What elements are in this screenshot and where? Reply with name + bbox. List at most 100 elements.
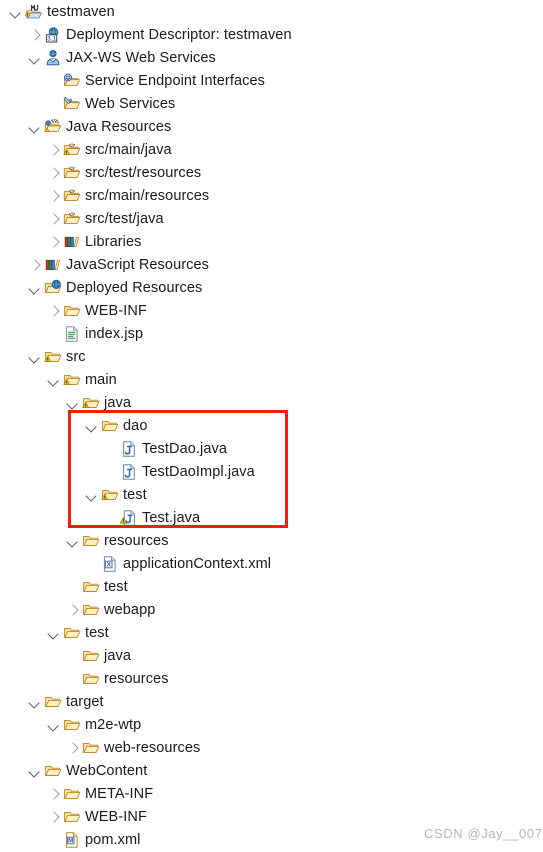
chevron-right-icon[interactable] — [65, 602, 81, 618]
chevron-down-icon[interactable] — [27, 349, 43, 365]
tree-row-label: pom.xml — [85, 831, 141, 848]
tree-row[interactable]: src/test/resources — [0, 161, 543, 184]
chevron-down-icon[interactable] — [27, 694, 43, 710]
chevron-right-icon[interactable] — [46, 142, 62, 158]
chevron-down-icon[interactable] — [46, 372, 62, 388]
tree-row-label: Libraries — [85, 233, 142, 250]
tree-row-label: testmaven — [47, 3, 115, 20]
tree-row[interactable]: TestDaoImpl.java — [0, 460, 543, 483]
chevron-down-icon[interactable] — [46, 717, 62, 733]
source-folder-warning-icon — [63, 141, 81, 159]
tree-row[interactable]: JAX-WS Web Services — [0, 46, 543, 69]
chevron-down-icon[interactable] — [27, 763, 43, 779]
tree-row[interactable]: META-INF — [0, 782, 543, 805]
tree-row[interactable]: src/main/resources — [0, 184, 543, 207]
tree-row[interactable]: TestDao.java — [0, 437, 543, 460]
chevron-down-icon[interactable] — [27, 50, 43, 66]
chevron-down-icon[interactable] — [65, 395, 81, 411]
tree-row-label: JAX-WS Web Services — [66, 49, 216, 66]
tree-row[interactable]: XapplicationContext.xml — [0, 552, 543, 575]
tree-row[interactable]: index.jsp — [0, 322, 543, 345]
libraries-icon — [44, 256, 62, 274]
project-explorer-tree[interactable]: testmaven 3.1 Deployment Descriptor: testm… — [0, 0, 543, 851]
java-file-icon — [120, 463, 138, 481]
tree-row-label: Deployed Resources — [66, 279, 203, 296]
chevron-right-icon[interactable] — [27, 257, 43, 273]
folder-icon — [63, 302, 81, 320]
tree-row[interactable]: WEB-INF — [0, 805, 543, 828]
folder-icon — [82, 670, 100, 688]
tree-row-label: src/test/resources — [85, 164, 202, 181]
chevron-down-icon[interactable] — [84, 487, 100, 503]
tree-row[interactable]: JavaScript Resources — [0, 253, 543, 276]
chevron-right-icon[interactable] — [46, 303, 62, 319]
tree-row[interactable]: testmaven — [0, 0, 543, 23]
tree-row[interactable]: Service Endpoint Interfaces — [0, 69, 543, 92]
svg-text:X: X — [107, 561, 112, 568]
tree-row-label: Test.java — [142, 509, 201, 526]
folder-icon — [63, 785, 81, 803]
tree-row[interactable]: java — [0, 644, 543, 667]
twisty-placeholder — [46, 96, 62, 112]
folder-icon — [63, 808, 81, 826]
folder-icon — [82, 601, 100, 619]
tree-row[interactable]: WebContent — [0, 759, 543, 782]
tree-row[interactable]: src/test/java — [0, 207, 543, 230]
tree-row[interactable]: m2e-wtp — [0, 713, 543, 736]
chevron-right-icon[interactable] — [65, 740, 81, 756]
tree-row-label: test — [104, 578, 128, 595]
tree-row-label: Deployment Descriptor: testmaven — [66, 26, 292, 43]
twisty-placeholder — [103, 510, 119, 526]
tree-row[interactable]: dao — [0, 414, 543, 437]
tree-row-label: resources — [104, 670, 169, 687]
tree-row[interactable]: Java Resources — [0, 115, 543, 138]
chevron-right-icon[interactable] — [46, 211, 62, 227]
tree-row-label: src — [66, 348, 86, 365]
tree-row-label: webapp — [104, 601, 156, 618]
deployment-descriptor-icon: 3.1 — [44, 26, 62, 44]
tree-row-label: resources — [104, 532, 169, 549]
chevron-down-icon[interactable] — [27, 119, 43, 135]
tree-row[interactable]: Libraries — [0, 230, 543, 253]
tree-row[interactable]: src/main/java — [0, 138, 543, 161]
tree-row[interactable]: webapp — [0, 598, 543, 621]
chevron-down-icon[interactable] — [8, 4, 24, 20]
tree-row[interactable]: WEB-INF — [0, 299, 543, 322]
tree-row[interactable]: Deployed Resources — [0, 276, 543, 299]
tree-row[interactable]: main — [0, 368, 543, 391]
tree-row[interactable]: test — [0, 575, 543, 598]
source-folder-icon — [63, 187, 81, 205]
chevron-down-icon[interactable] — [27, 280, 43, 296]
tree-row[interactable]: test — [0, 621, 543, 644]
tree-row[interactable]: test — [0, 483, 543, 506]
chevron-right-icon[interactable] — [46, 165, 62, 181]
twisty-placeholder — [65, 671, 81, 687]
chevron-down-icon[interactable] — [65, 533, 81, 549]
chevron-down-icon[interactable] — [46, 625, 62, 641]
chevron-right-icon[interactable] — [46, 809, 62, 825]
tree-row[interactable]: resources — [0, 667, 543, 690]
tree-row[interactable]: target — [0, 690, 543, 713]
tree-row[interactable]: Web Services — [0, 92, 543, 115]
tree-row-label: src/main/resources — [85, 187, 210, 204]
tree-row[interactable]: Test.java — [0, 506, 543, 529]
twisty-placeholder — [46, 73, 62, 89]
tree-row-label: WEB-INF — [85, 302, 147, 319]
tree-row-label: TestDao.java — [142, 440, 228, 457]
tree-row[interactable]: java — [0, 391, 543, 414]
tree-row[interactable]: src — [0, 345, 543, 368]
chevron-right-icon[interactable] — [46, 786, 62, 802]
tree-row[interactable]: web-resources — [0, 736, 543, 759]
tree-row[interactable]: 3.1 Deployment Descriptor: testmaven — [0, 23, 543, 46]
tree-row-label: Web Services — [85, 95, 176, 112]
deployed-resources-icon — [44, 279, 62, 297]
tree-row-label: dao — [123, 417, 148, 434]
folder-icon — [44, 693, 62, 711]
chevron-right-icon[interactable] — [46, 188, 62, 204]
tree-row-label: target — [66, 693, 104, 710]
chevron-down-icon[interactable] — [84, 418, 100, 434]
tree-row[interactable]: resources — [0, 529, 543, 552]
chevron-right-icon[interactable] — [27, 27, 43, 43]
tree-row-label: test — [123, 486, 147, 503]
chevron-right-icon[interactable] — [46, 234, 62, 250]
